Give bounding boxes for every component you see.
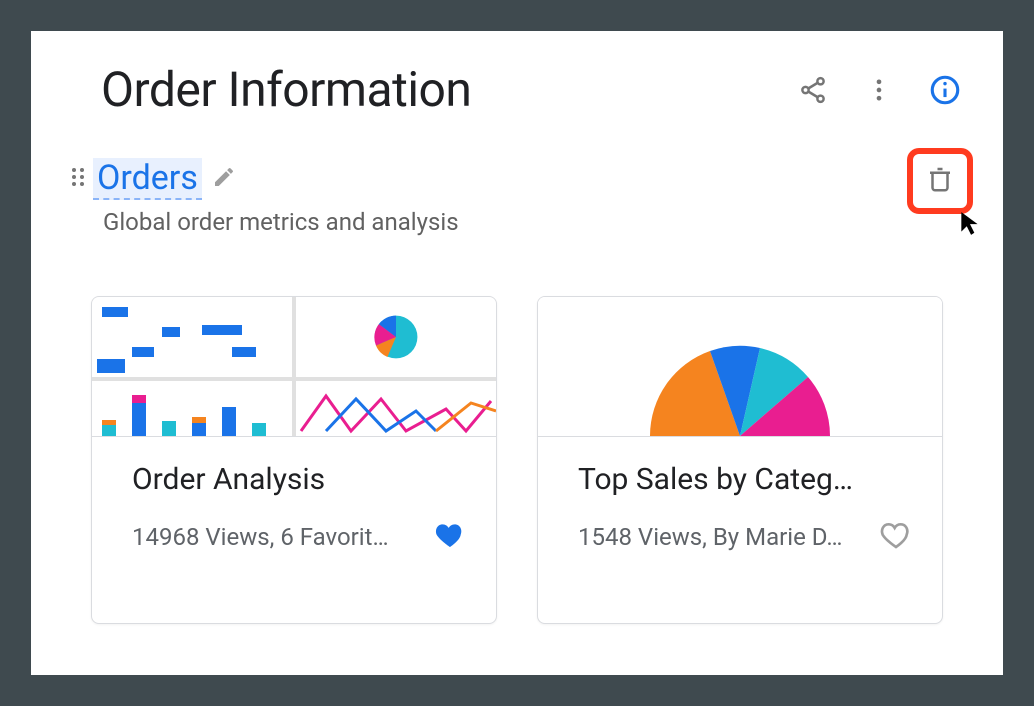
pie-thumbnail-icon <box>296 297 496 377</box>
edit-icon[interactable] <box>212 165 236 193</box>
map-thumbnail-icon <box>92 297 292 377</box>
card-preview <box>92 297 496 437</box>
delete-wrap <box>907 148 973 214</box>
line-thumbnail-icon <box>296 381 496 437</box>
card-body: Order Analysis 14968 Views, 6 Favorit… <box>92 437 496 623</box>
page-title: Order Information <box>101 61 795 118</box>
section: Orders Global order metrics and analysis <box>61 158 973 236</box>
cards-container: Order Analysis 14968 Views, 6 Favorit… <box>61 296 973 624</box>
card-meta: 1548 Views, By Marie D… <box>578 523 872 551</box>
card-preview <box>538 297 942 437</box>
card-body: Top Sales by Categ… 1548 Views, By Marie… <box>538 437 942 623</box>
heart-icon[interactable] <box>434 519 466 555</box>
card-title: Order Analysis <box>132 462 466 497</box>
delete-button-highlight <box>907 148 973 214</box>
section-title[interactable]: Orders <box>93 158 202 200</box>
cursor-icon <box>959 210 981 240</box>
heart-outline-icon[interactable] <box>880 519 912 555</box>
panel: Order Information <box>30 30 1004 676</box>
info-icon[interactable] <box>927 72 963 108</box>
drag-handle-icon[interactable] <box>71 167 85 191</box>
dashboard-card[interactable]: Order Analysis 14968 Views, 6 Favorit… <box>91 296 497 624</box>
header: Order Information <box>61 61 973 118</box>
more-icon[interactable] <box>861 72 897 108</box>
trash-icon[interactable] <box>925 164 955 198</box>
half-pie-thumbnail-icon <box>538 297 942 436</box>
section-description: Global order metrics and analysis <box>103 208 963 236</box>
share-icon[interactable] <box>795 72 831 108</box>
dashboard-card[interactable]: Top Sales by Categ… 1548 Views, By Marie… <box>537 296 943 624</box>
bar-thumbnail-icon <box>92 381 292 437</box>
card-title: Top Sales by Categ… <box>578 462 912 497</box>
header-actions <box>795 72 963 108</box>
card-meta: 14968 Views, 6 Favorit… <box>132 523 426 551</box>
section-header: Orders <box>71 158 963 200</box>
